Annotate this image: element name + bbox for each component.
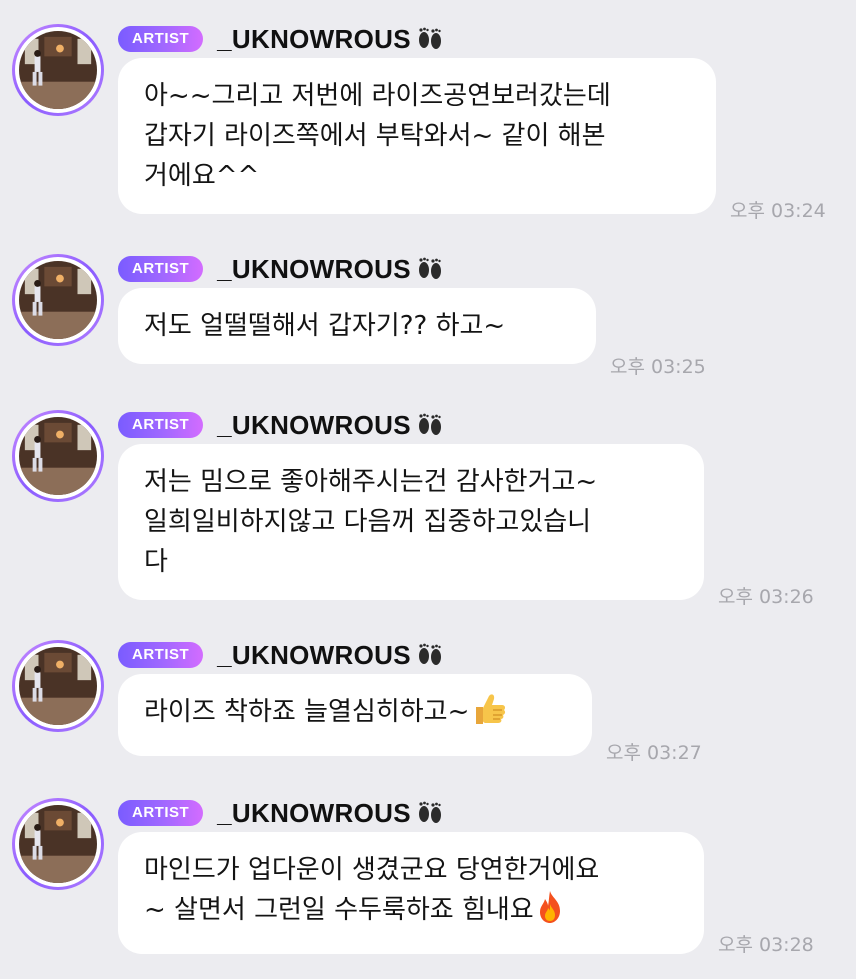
artist-avatar[interactable] bbox=[12, 254, 104, 346]
artist-avatar[interactable] bbox=[12, 24, 104, 116]
username[interactable]: _UKNOWROUS bbox=[217, 798, 411, 829]
message-bubble[interactable]: 저는 밈으로 좋아해주시는건 감사한거고~ 일희일비하지않고 다음꺼 집중하고있… bbox=[118, 444, 704, 600]
username[interactable]: _UKNOWROUS bbox=[217, 410, 411, 441]
thumbs-up-icon bbox=[471, 692, 507, 738]
artist-badge: ARTIST bbox=[118, 256, 204, 282]
artist-badge: ARTIST bbox=[118, 412, 204, 438]
footprints-icon bbox=[415, 26, 445, 52]
artist-badge: ARTIST bbox=[118, 800, 204, 826]
message-header: ARTIST _UKNOWROUS bbox=[118, 254, 445, 284]
footprints-icon bbox=[415, 412, 445, 438]
artist-badge: ARTIST bbox=[118, 642, 204, 668]
message-text: 마인드가 업다운이 생겼군요 당연한거에요 ~ 살면서 그런일 수두룩하죠 힘내… bbox=[144, 855, 600, 925]
avatar-photo bbox=[19, 647, 97, 725]
message-header: ARTIST _UKNOWROUS bbox=[118, 24, 445, 54]
message-bubble[interactable]: 라이즈 착하죠 늘열심히하고~ bbox=[118, 674, 592, 756]
message-time: 오후 03:26 bbox=[718, 586, 814, 608]
chat-thread[interactable]: ARTIST _UKNOWROUS 아~~그리고 저번에 라이즈공연보러갔는데 … bbox=[0, 0, 856, 979]
username[interactable]: _UKNOWROUS bbox=[217, 24, 411, 55]
avatar-photo bbox=[19, 417, 97, 495]
message-time: 오후 03:24 bbox=[730, 200, 826, 222]
avatar-photo bbox=[19, 261, 97, 339]
avatar-photo bbox=[19, 805, 97, 883]
username[interactable]: _UKNOWROUS bbox=[217, 640, 411, 671]
artist-avatar[interactable] bbox=[12, 640, 104, 732]
avatar-photo bbox=[19, 31, 97, 109]
footprints-icon bbox=[415, 642, 445, 668]
message-time: 오후 03:25 bbox=[610, 356, 706, 378]
message-bubble[interactable]: 저도 얼떨떨해서 갑자기?? 하고~ bbox=[118, 288, 596, 364]
artist-avatar[interactable] bbox=[12, 410, 104, 502]
message-text: 라이즈 착하죠 늘열심히하고~ bbox=[144, 697, 470, 727]
footprints-icon bbox=[415, 256, 445, 282]
artist-avatar[interactable] bbox=[12, 798, 104, 890]
fire-icon bbox=[536, 890, 564, 936]
message-header: ARTIST _UKNOWROUS bbox=[118, 410, 445, 440]
username[interactable]: _UKNOWROUS bbox=[217, 254, 411, 285]
message-header: ARTIST _UKNOWROUS bbox=[118, 798, 445, 828]
message-bubble[interactable]: 아~~그리고 저번에 라이즈공연보러갔는데 갑자기 라이즈쪽에서 부탁와서~ 같… bbox=[118, 58, 716, 214]
artist-badge: ARTIST bbox=[118, 26, 204, 52]
message-time: 오후 03:27 bbox=[606, 742, 702, 764]
message-bubble[interactable]: 마인드가 업다운이 생겼군요 당연한거에요 ~ 살면서 그런일 수두룩하죠 힘내… bbox=[118, 832, 704, 954]
footprints-icon bbox=[415, 800, 445, 826]
message-header: ARTIST _UKNOWROUS bbox=[118, 640, 445, 670]
message-time: 오후 03:28 bbox=[718, 934, 814, 956]
